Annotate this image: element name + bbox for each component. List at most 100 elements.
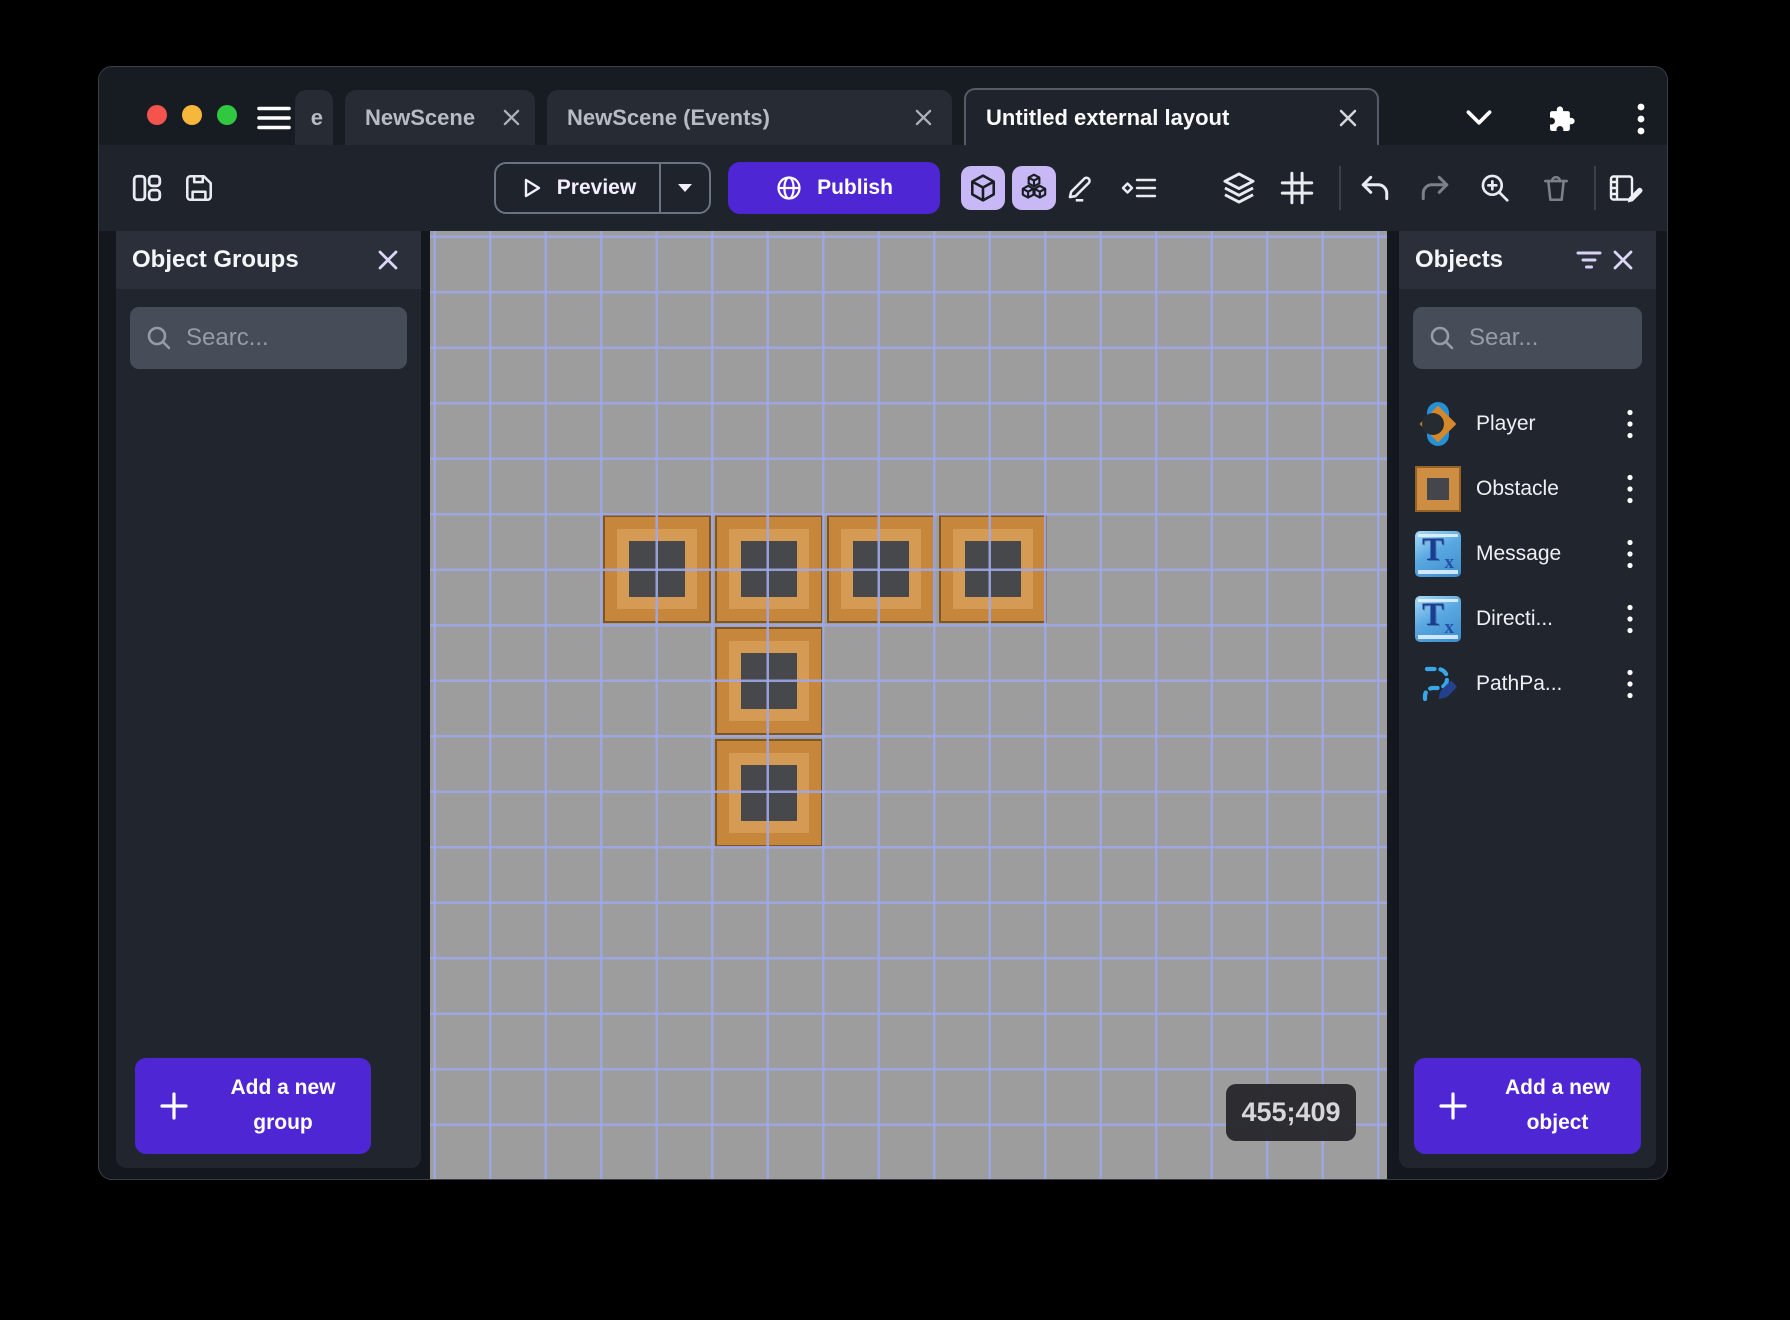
text-object-icon: Tx — [1415, 596, 1461, 642]
object-options-kebab-icon[interactable] — [1618, 664, 1642, 704]
toolbar: Preview Publish — [99, 145, 1667, 231]
object-name: Obstacle — [1476, 477, 1603, 501]
object-name: Message — [1476, 542, 1603, 566]
add-object-button[interactable]: Add a new object — [1414, 1058, 1641, 1154]
object-list: Player Obstacle Tx Message Tx Directi... PathP… — [1399, 391, 1656, 716]
screen: e NewScene NewScene (Events) Untitled ex… — [0, 0, 1790, 1320]
cursor-coordinates-badge: 455;409 — [1226, 1084, 1356, 1141]
project-manager-icon[interactable] — [129, 170, 165, 206]
main-menu-icon[interactable] — [257, 105, 291, 131]
object-groups-header: Object Groups — [116, 231, 421, 289]
obstacle-tile-instance[interactable] — [715, 515, 823, 623]
zoom-in-icon[interactable] — [1477, 170, 1513, 206]
tab-label: e — [311, 105, 323, 131]
object-options-kebab-icon[interactable] — [1618, 404, 1642, 444]
tab-label: Untitled external layout — [986, 105, 1229, 131]
tab-close-icon[interactable] — [915, 109, 932, 126]
add-object-label: Add a new object — [1486, 1071, 1629, 1140]
tab-close-icon[interactable] — [503, 109, 520, 126]
save-icon[interactable] — [181, 170, 217, 206]
tab-newscene-events[interactable]: NewScene (Events) — [547, 90, 952, 145]
tab-close-icon[interactable] — [1339, 109, 1357, 127]
search-input[interactable] — [1469, 324, 1626, 352]
toolbar-divider — [1594, 166, 1596, 210]
chevron-down-icon[interactable] — [1461, 103, 1497, 131]
undo-icon[interactable] — [1357, 170, 1393, 206]
edit-objects-toggle[interactable] — [961, 166, 1005, 210]
preview-button-main[interactable]: Preview — [496, 164, 659, 212]
object-options-kebab-icon[interactable] — [1618, 469, 1642, 509]
preview-options-caret[interactable] — [659, 164, 709, 212]
object-options-kebab-icon[interactable] — [1618, 599, 1642, 639]
obstacle-tile-instance[interactable] — [939, 515, 1047, 623]
object-name: PathPa... — [1476, 672, 1603, 696]
obstacle-tile-instance[interactable] — [827, 515, 935, 623]
main-area: Object Groups Add a new group — [99, 231, 1667, 1179]
search-input[interactable] — [186, 324, 391, 352]
app-window: e NewScene NewScene (Events) Untitled ex… — [98, 66, 1668, 1180]
scene-notes-edit-icon[interactable] — [1608, 170, 1644, 206]
object-list-item[interactable]: Player — [1399, 391, 1656, 456]
add-group-label: Add a new group — [207, 1071, 359, 1140]
search-icon — [146, 325, 172, 351]
maximize-window-button[interactable] — [217, 105, 237, 125]
objects-header: Objects — [1399, 231, 1656, 289]
filter-icon[interactable] — [1572, 243, 1606, 277]
tab-truncated[interactable]: e — [295, 90, 333, 145]
publish-button[interactable]: Publish — [728, 162, 940, 214]
object-groups-panel: Object Groups Add a new group — [116, 231, 421, 1168]
object-name: Player — [1476, 412, 1603, 436]
obstacle-tile-instance[interactable] — [715, 739, 823, 847]
globe-icon — [775, 174, 803, 202]
object-list-item[interactable]: Tx Message — [1399, 521, 1656, 586]
obstacle-tile-instance[interactable] — [603, 515, 711, 623]
plus-icon — [1438, 1091, 1468, 1121]
text-object-icon: Tx — [1415, 531, 1461, 577]
play-icon — [519, 176, 543, 200]
object-list-item[interactable]: Tx Directi... — [1399, 586, 1656, 651]
close-window-button[interactable] — [147, 105, 167, 125]
publish-label: Publish — [817, 176, 893, 200]
extensions-puzzle-icon[interactable] — [1543, 103, 1577, 135]
object-list-item[interactable]: Obstacle — [1399, 456, 1656, 521]
plus-icon — [159, 1091, 189, 1121]
close-panel-icon[interactable] — [1606, 243, 1640, 277]
cubes-stack-icon — [1018, 172, 1050, 204]
redo-icon[interactable] — [1417, 170, 1453, 206]
preview-label: Preview — [557, 176, 636, 200]
tab-label: NewScene (Events) — [567, 105, 770, 131]
object-groups-searchbox — [130, 307, 407, 369]
trash-icon[interactable] — [1538, 170, 1574, 206]
edit-pencil-icon[interactable] — [1061, 170, 1097, 206]
object-options-kebab-icon[interactable] — [1618, 534, 1642, 574]
instances-list-icon[interactable] — [1121, 170, 1157, 206]
edit-instances-toggle[interactable] — [1012, 166, 1056, 210]
grid-icon[interactable] — [1279, 170, 1315, 206]
obstacle-icon — [1415, 466, 1461, 512]
tab-bar: e NewScene NewScene (Events) Untitled ex… — [295, 90, 1379, 145]
layers-icon[interactable] — [1221, 170, 1257, 206]
tab-strip: e NewScene NewScene (Events) Untitled ex… — [99, 67, 1667, 145]
search-icon — [1429, 325, 1455, 351]
player-icon — [1415, 401, 1461, 447]
minimize-window-button[interactable] — [182, 105, 202, 125]
toolbar-divider — [1339, 166, 1341, 210]
objects-searchbox — [1413, 307, 1642, 369]
more-options-kebab-icon[interactable] — [1627, 103, 1655, 135]
path-paint-icon — [1415, 661, 1461, 707]
object-name: Directi... — [1476, 607, 1603, 631]
panel-title: Object Groups — [132, 246, 371, 274]
tab-label: NewScene — [365, 105, 475, 131]
panel-title: Objects — [1415, 246, 1572, 274]
canvas[interactable]: 455;409 — [430, 231, 1387, 1180]
obstacle-tile-instance[interactable] — [715, 627, 823, 735]
add-group-button[interactable]: Add a new group — [135, 1058, 371, 1154]
cube-icon — [968, 173, 998, 203]
tab-newscene[interactable]: NewScene — [345, 90, 535, 145]
objects-panel: Objects Player Obstacle Tx Message Tx Directi… — [1399, 231, 1656, 1168]
close-panel-icon[interactable] — [371, 243, 405, 277]
preview-button[interactable]: Preview — [494, 162, 711, 214]
tab-untitled-external-layout[interactable]: Untitled external layout — [964, 88, 1379, 145]
window-controls — [147, 105, 237, 125]
object-list-item[interactable]: PathPa... — [1399, 651, 1656, 716]
